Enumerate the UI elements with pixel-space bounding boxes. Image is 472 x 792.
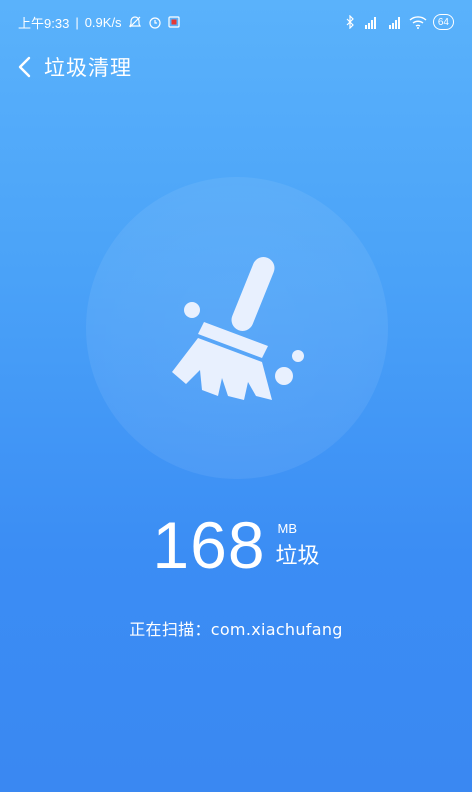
notification-icon	[167, 16, 180, 28]
scan-status: 正在扫描：com.xiachufang	[129, 620, 343, 639]
mute-icon	[128, 15, 142, 29]
junk-size: 168 MB 垃圾	[0, 505, 472, 585]
junk-size-unit: MB	[277, 520, 298, 536]
page-title: 垃圾清理	[44, 56, 132, 80]
status-time: 上午9:33	[18, 15, 70, 31]
status-right: 64	[345, 14, 454, 30]
junk-size-value: 168	[152, 508, 266, 582]
junk-size-meta: MB 垃圾	[276, 521, 320, 570]
signal-hd-icon	[361, 16, 379, 29]
battery-icon: 64	[432, 14, 454, 30]
chevron-left-icon	[18, 56, 31, 78]
battery-level: 64	[437, 16, 449, 28]
broom-icon	[172, 257, 304, 400]
signal-hd-icon	[385, 16, 403, 29]
app-bar: 垃圾清理	[0, 44, 472, 90]
wifi-icon	[409, 15, 427, 29]
network-speed: 0.9K/s	[84, 14, 122, 30]
alarm-icon	[148, 15, 162, 29]
back-button[interactable]	[4, 44, 44, 90]
status-divider: |	[75, 14, 79, 30]
status-left: 上午9:33 | 0.9K/s	[18, 13, 180, 32]
bluetooth-icon	[345, 15, 355, 29]
status-bar: 上午9:33 | 0.9K/s 64	[0, 0, 472, 44]
junk-size-label: 垃圾	[275, 543, 320, 569]
